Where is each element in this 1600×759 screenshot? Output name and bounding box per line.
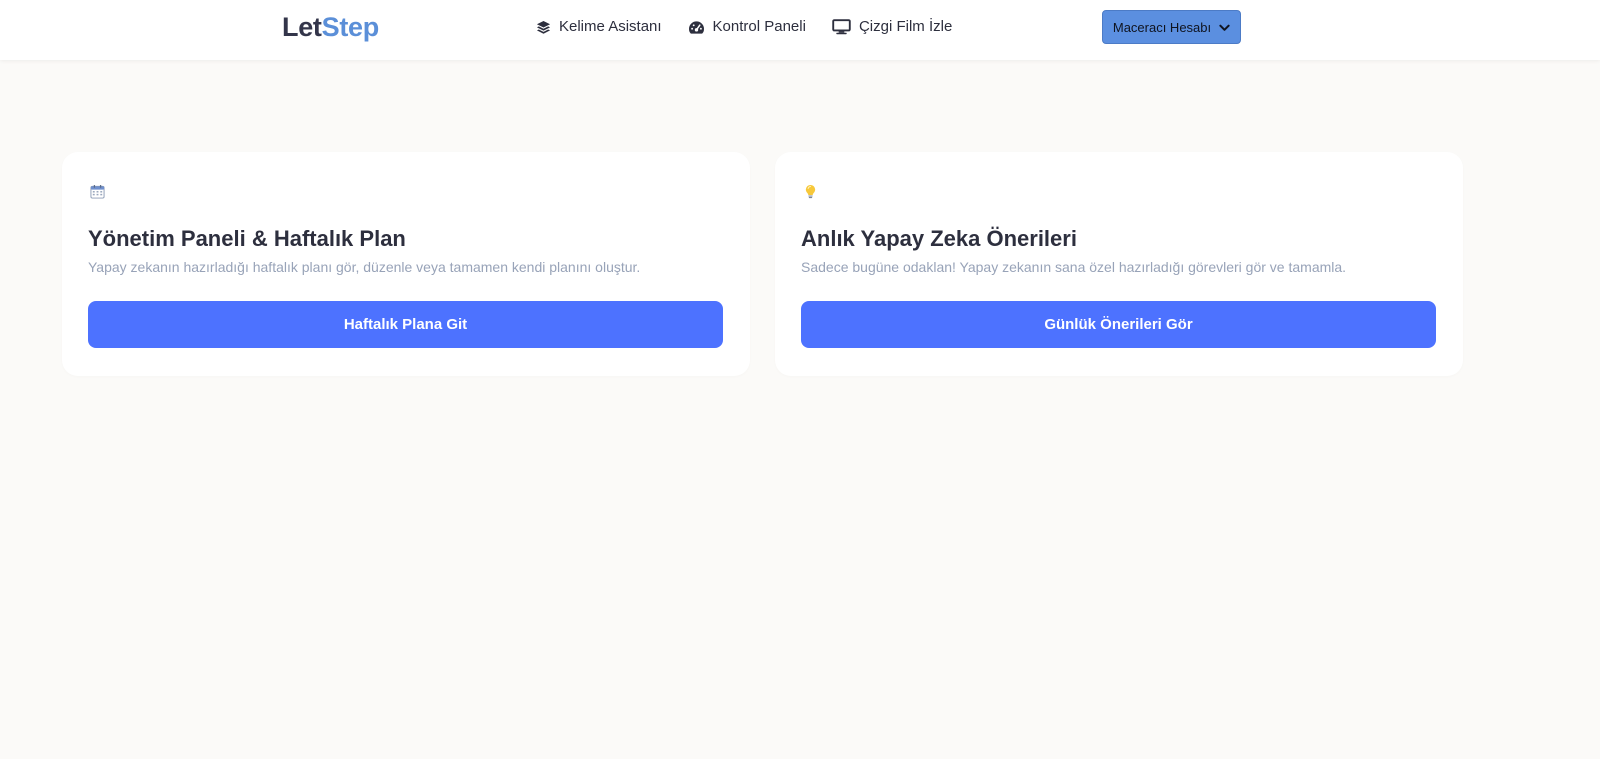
account-dropdown-button[interactable]: Maceracı Hesabı xyxy=(1102,10,1241,44)
brand-logo[interactable]: LetStep xyxy=(282,10,379,44)
main-nav: Kelime Asistanı Kontrol Paneli Çizgi Fil… xyxy=(536,17,952,37)
logo-text-let: Let xyxy=(282,12,322,42)
lightbulb-icon xyxy=(802,183,818,199)
nav-label: Kelime Asistanı xyxy=(559,18,662,35)
ai-suggestions-card: Anlık Yapay Zeka Önerileri Sadece bugüne… xyxy=(775,152,1463,376)
card-description: Yapay zekanın hazırladığı haftalık planı… xyxy=(88,259,641,275)
card-description: Sadece bugüne odaklan! Yapay zekanın san… xyxy=(801,259,1347,275)
logo-text-step: Step xyxy=(321,12,380,42)
nav-label: Kontrol Paneli xyxy=(712,18,806,35)
top-navbar: LetStep Kelime Asistanı Kontrol Paneli Ç… xyxy=(0,0,1600,60)
card-title: Anlık Yapay Zeka Önerileri xyxy=(801,226,1077,251)
chevron-down-icon xyxy=(1219,20,1230,35)
gauge-icon xyxy=(688,20,705,35)
calendar-icon xyxy=(89,183,105,199)
nav-item-cizgi-film-izle[interactable]: Çizgi Film İzle xyxy=(832,17,952,37)
weekly-plan-card: Yönetim Paneli & Haftalık Plan Yapay zek… xyxy=(62,152,750,376)
monitor-icon xyxy=(832,19,851,35)
weekly-plan-button[interactable]: Haftalık Plana Git xyxy=(88,301,723,348)
nav-item-kontrol-paneli[interactable]: Kontrol Paneli xyxy=(688,17,806,37)
account-label: Maceracı Hesabı xyxy=(1112,19,1212,35)
layers-icon xyxy=(536,20,551,35)
nav-item-kelime-asistani[interactable]: Kelime Asistanı xyxy=(536,17,662,37)
daily-suggestions-button[interactable]: Günlük Önerileri Gör xyxy=(801,301,1436,348)
card-title: Yönetim Paneli & Haftalık Plan xyxy=(88,226,406,251)
nav-label: Çizgi Film İzle xyxy=(858,18,953,35)
